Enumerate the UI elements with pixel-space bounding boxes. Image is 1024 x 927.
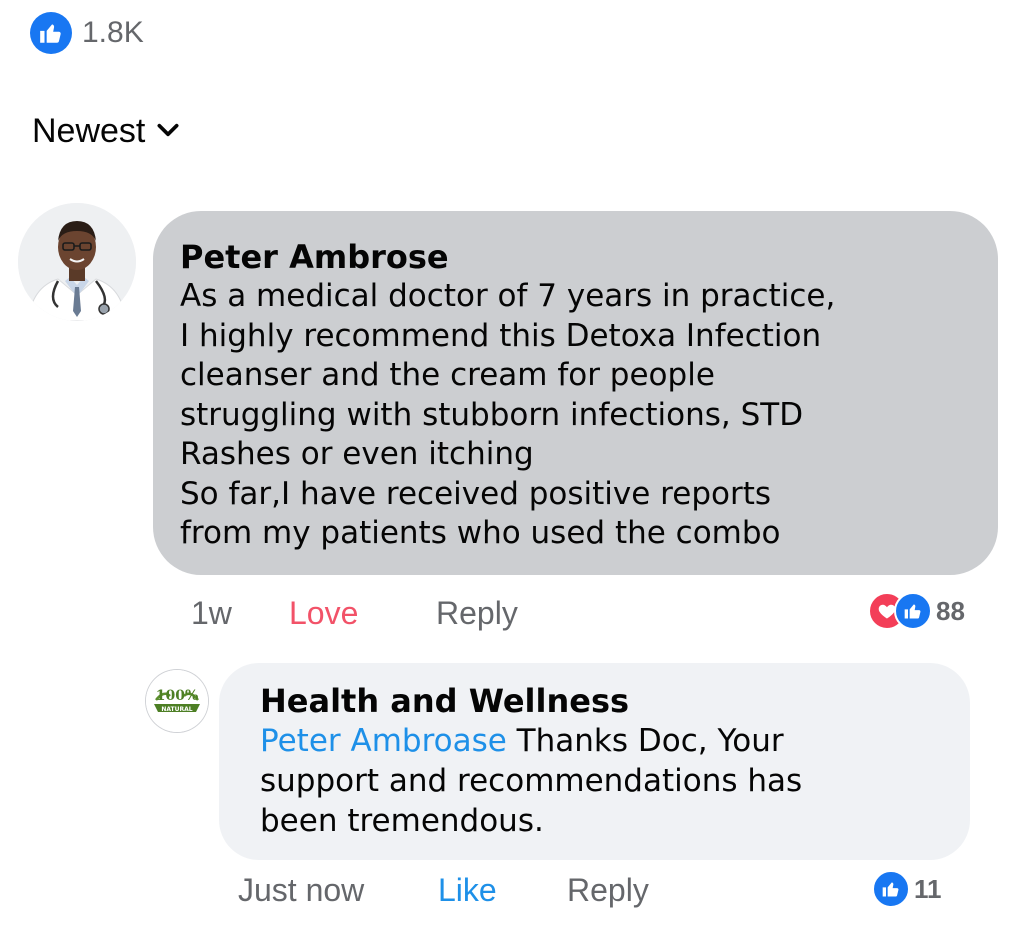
- reply-text-segment: Thanks Doc, Your: [506, 723, 784, 759]
- comment-text-line: cleanser and the cream for people: [180, 357, 715, 393]
- natural-badge-logo: 100% NATURAL: [146, 670, 208, 732]
- sort-label: Newest: [32, 112, 146, 150]
- comment-author[interactable]: Peter Ambrose: [180, 237, 976, 277]
- reply-button[interactable]: Reply: [567, 872, 649, 909]
- comment-text-line: from my patients who used the combo: [180, 515, 781, 551]
- svg-text:100%: 100%: [156, 688, 199, 704]
- reply-timestamp: Just now: [238, 872, 365, 908]
- reply-author[interactable]: Health and Wellness: [260, 681, 950, 721]
- reply-text-line: support and recommendations has: [260, 763, 803, 799]
- thumbs-up-icon: [872, 870, 910, 908]
- comment-text-line: As a medical doctor of 7 years in practi…: [180, 278, 836, 314]
- reaction-count: 88: [936, 595, 965, 626]
- reply-button[interactable]: Reply: [436, 595, 518, 632]
- comment-bubble: Peter Ambrose As a medical doctor of 7 y…: [153, 211, 998, 575]
- reaction-count: 11: [914, 873, 942, 904]
- thumbs-up-icon: [30, 12, 72, 54]
- comment-text-line: Rashes or even itching: [180, 436, 534, 472]
- avatar[interactable]: [18, 203, 136, 321]
- reply-text-line: Peter Ambroase Thanks Doc, Your: [260, 721, 950, 761]
- svg-text:NATURAL: NATURAL: [161, 706, 192, 713]
- love-button[interactable]: Love: [289, 595, 358, 632]
- thumbs-up-icon: [894, 592, 932, 630]
- avatar[interactable]: 100% NATURAL: [146, 670, 208, 732]
- post-reaction-count: 1.8K: [82, 16, 144, 49]
- comment-text-line: I highly recommend this Detoxa Infection: [180, 317, 822, 354]
- reply-text-line: been tremendous.: [260, 803, 544, 839]
- post-reaction-summary[interactable]: 1.8K: [30, 12, 144, 54]
- mention-link[interactable]: Peter Ambroase: [260, 723, 507, 759]
- reply-reaction-chip[interactable]: 11: [872, 870, 942, 908]
- sort-dropdown[interactable]: Newest: [32, 112, 181, 151]
- reply-bubble: Health and Wellness Peter Ambroase Thank…: [219, 663, 970, 860]
- like-button[interactable]: Like: [438, 872, 497, 909]
- comment-text-line: So far,I have received positive reports: [180, 475, 772, 512]
- chevron-down-icon: [155, 117, 181, 147]
- comment-reaction-chip[interactable]: 88: [868, 592, 965, 630]
- comment-timestamp: 1w: [191, 595, 232, 631]
- comment-text-line: struggling with stubborn infections, STD: [180, 396, 804, 433]
- doctor-avatar-image: [18, 203, 136, 321]
